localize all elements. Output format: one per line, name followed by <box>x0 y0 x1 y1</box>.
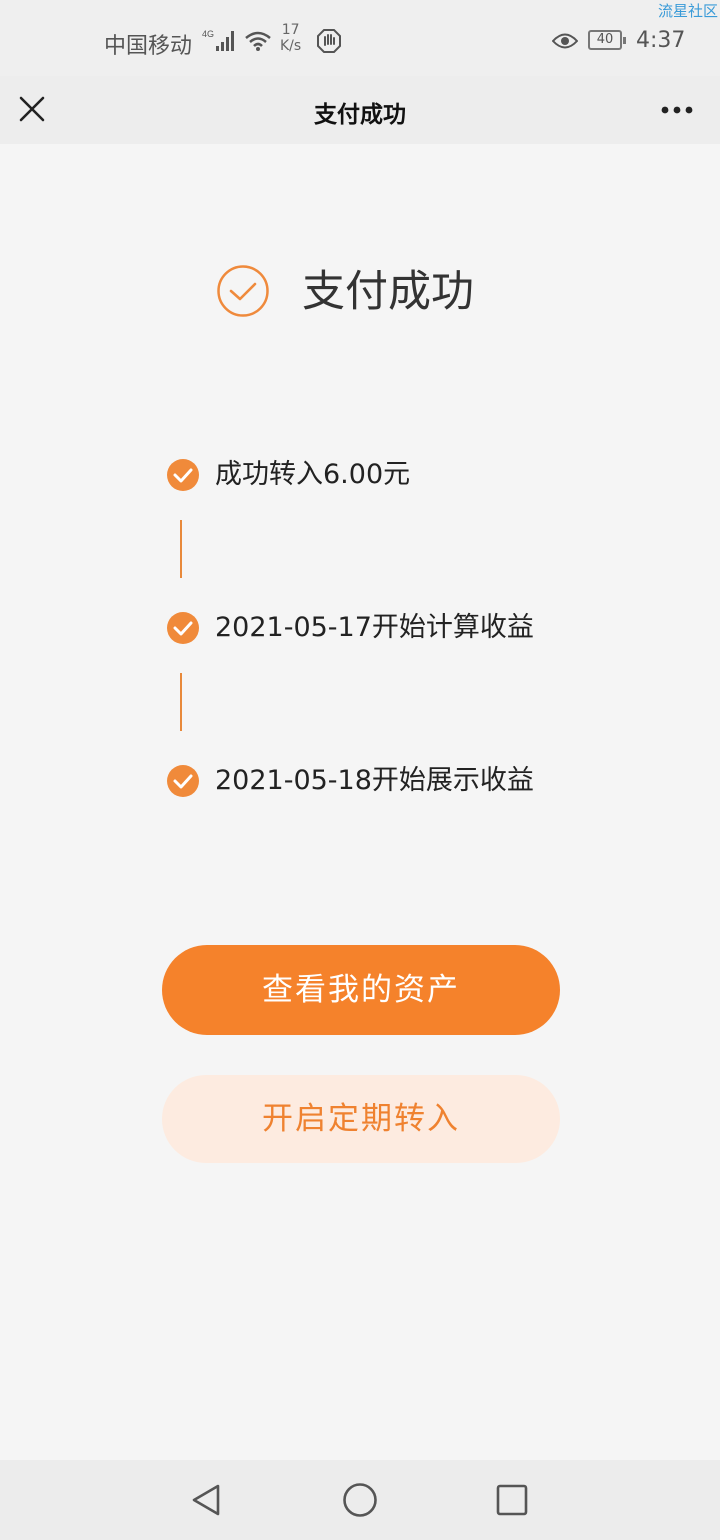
success-title: 支付成功 <box>302 267 474 317</box>
wifi-icon <box>245 31 271 51</box>
back-icon[interactable] <box>186 1480 226 1520</box>
check-dot-icon <box>167 459 199 491</box>
watermark-text: 流星社区 <box>657 2 718 20</box>
step-connector <box>180 520 182 578</box>
system-nav-bar <box>0 1460 720 1540</box>
battery-indicator: 40 <box>588 30 626 50</box>
status-bar: 中国移动 4G 17 K/s 40 4:37 流星社区 <box>0 0 720 76</box>
signal-icon: 4G <box>202 29 234 51</box>
step-label: 成功转入6.00元 <box>215 459 411 490</box>
carrier-name: 中国移动 <box>104 34 193 59</box>
step-connector <box>180 673 182 731</box>
step-label: 2021-05-18开始展示收益 <box>215 765 534 796</box>
recent-apps-icon[interactable] <box>496 1484 528 1516</box>
more-icon[interactable] <box>658 98 698 122</box>
network-type: 4G <box>202 29 214 39</box>
home-icon[interactable] <box>342 1482 378 1518</box>
clock: 4:37 <box>636 28 686 53</box>
network-speed: 17 K/s <box>280 22 302 54</box>
nav-bar: 支付成功 <box>0 76 720 144</box>
check-dot-icon <box>167 612 199 644</box>
hand-icon <box>317 29 341 53</box>
check-dot-icon <box>167 765 199 797</box>
check-circle-icon <box>217 265 269 317</box>
eye-icon <box>552 33 578 49</box>
page-title: 支付成功 <box>314 102 406 128</box>
view-assets-button[interactable]: 查看我的资产 <box>162 945 560 1035</box>
step-label: 2021-05-17开始计算收益 <box>215 612 534 643</box>
start-recurring-transfer-button[interactable]: 开启定期转入 <box>162 1075 560 1163</box>
